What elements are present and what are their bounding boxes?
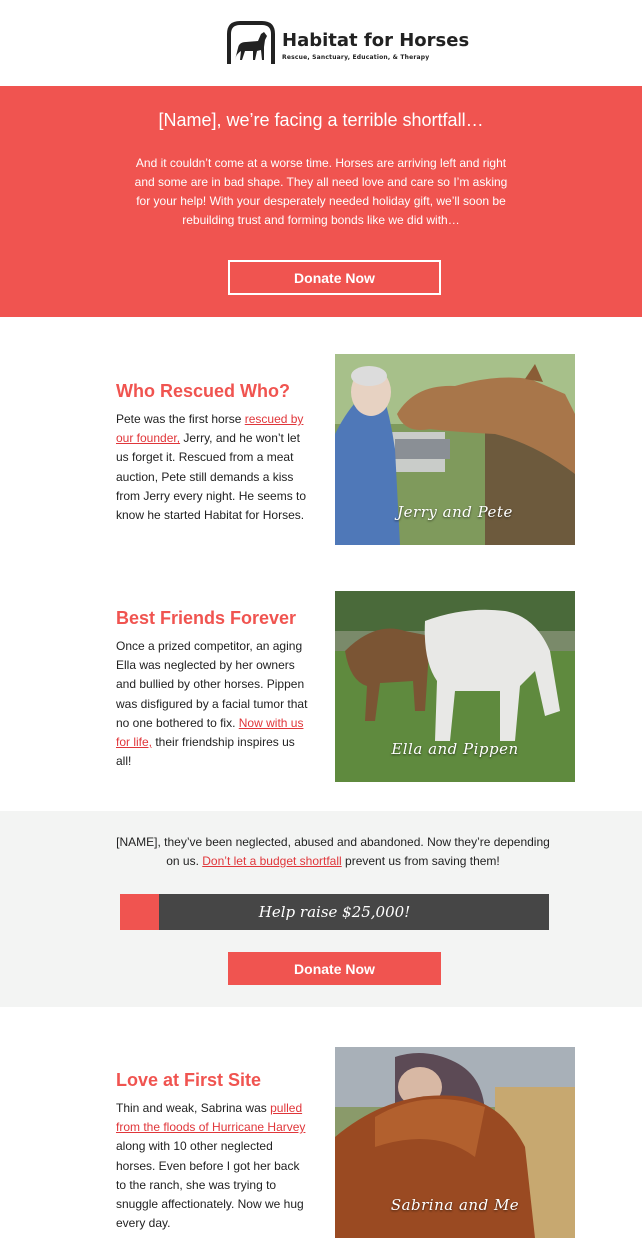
photo-caption: Jerry and Pete [397,503,513,521]
logo-name: Habitat for Horses [282,30,470,51]
hero-title: [Name], we’re facing a terrible shortfal… [158,110,484,130]
hero-banner: [Name], we’re facing a terrible shortfal… [0,86,642,317]
story-title: Best Friends Forever [116,608,297,628]
email-header: Habitat for Horses Rescue, Sanctuary, Ed… [0,0,642,86]
photo-caption: Ella and Pippen [391,740,519,758]
hero-body: And it couldn’t come at a worse time. Ho… [134,156,508,227]
story-title: Who Rescued Who? [116,381,290,401]
photo-ella-and-pippen: Ella and Pippen [335,591,575,782]
donate-now-button[interactable]: Donate Now [228,260,441,295]
appeal-section: [NAME], they’ve been neglected, abused a… [0,811,642,1007]
appeal-text: [NAME], they’ve been neglected, abused a… [116,835,550,868]
logo-tagline: Rescue, Sanctuary, Education, & Therapy [282,54,430,61]
story-body: Thin and weak, Sabrina was pulled from t… [116,1101,306,1231]
photo-sabrina-and-me: Sabrina and Me [335,1047,575,1238]
story-body: Once a prized competitor, an aging Ella … [116,639,308,769]
story-title: Love at First Site [116,1070,262,1090]
logo[interactable]: Habitat for Horses Rescue, Sanctuary, Ed… [226,20,469,66]
progress-label: Help raise $25,000! [258,903,411,921]
photo-jerry-and-pete: Jerry and Pete [335,354,575,545]
story-body: Pete was the first horse rescued by our … [116,412,307,523]
photo-caption: Sabrina and Me [390,1196,520,1214]
budget-shortfall-link[interactable]: Don’t let a budget shortfall [202,854,341,868]
horse-barn-icon [227,21,275,64]
fundraising-progress-bar: Help raise $25,000! [120,894,549,930]
donate-now-button-secondary[interactable]: Donate Now [228,952,441,985]
